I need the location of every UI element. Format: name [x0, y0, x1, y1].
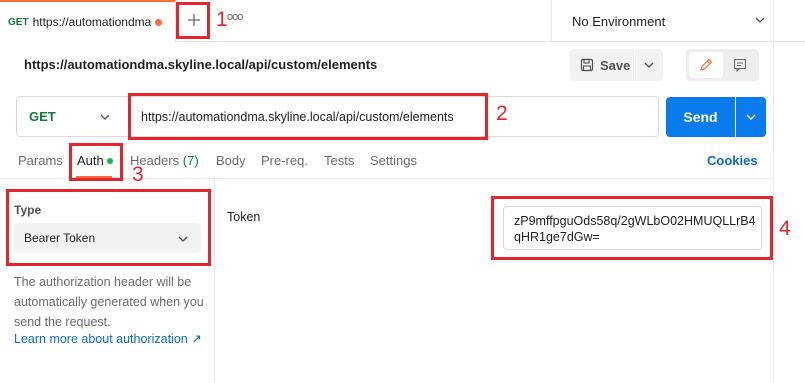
save-icon	[580, 58, 594, 72]
edit-button[interactable]	[689, 52, 723, 78]
annotation-box-1	[176, 2, 210, 39]
chevron-down-icon	[100, 114, 110, 120]
tab-settings[interactable]: Settings	[370, 153, 417, 168]
method-select[interactable]: GET	[16, 96, 128, 137]
annotation-number-3: 3	[132, 163, 144, 186]
environment-label: No Environment	[572, 13, 666, 29]
chevron-down-icon	[746, 114, 756, 120]
chevron-down-icon	[755, 17, 765, 23]
annotation-number-2: 2	[496, 102, 508, 125]
divider	[214, 179, 215, 383]
annotation-box-auth-type	[6, 189, 211, 266]
headers-count: (7)	[182, 153, 199, 168]
request-title: https://automationdma.skyline.local/api/…	[24, 57, 378, 72]
pencil-icon	[700, 58, 713, 71]
unsaved-dot-icon	[154, 18, 162, 26]
documentation-button[interactable]	[724, 52, 756, 78]
send-button[interactable]: Send	[666, 97, 735, 137]
save-label: Save	[600, 57, 631, 73]
tab-body[interactable]: Body	[216, 153, 246, 168]
tab-tests[interactable]: Tests	[324, 153, 354, 168]
chevron-down-icon	[644, 62, 654, 68]
method-value: GET	[29, 109, 56, 124]
request-tab[interactable]: GET https://automationdma	[0, 0, 176, 42]
save-button[interactable]: Save	[570, 49, 634, 81]
tab-method: GET	[8, 16, 29, 28]
annotation-box-3	[69, 143, 123, 181]
tab-prereq[interactable]: Pre-req.	[261, 153, 308, 168]
cookies-link[interactable]: Cookies	[707, 153, 758, 168]
tab-title: https://automationdma	[32, 15, 151, 29]
divider	[551, 0, 552, 42]
learn-more-link[interactable]: Learn more about authorization ↗	[14, 331, 202, 346]
environment-selector[interactable]: No Environment	[562, 0, 772, 42]
annotation-box-4	[491, 196, 773, 260]
send-label: Send	[683, 109, 718, 125]
annotation-box-2	[128, 93, 488, 140]
comment-icon	[733, 58, 747, 72]
send-options-button[interactable]	[736, 97, 766, 137]
divider	[773, 0, 774, 383]
annotation-number-1: 1	[216, 8, 228, 31]
more-tabs-button[interactable]: ooo	[227, 11, 243, 23]
tab-params[interactable]: Params	[18, 153, 63, 168]
save-options-button[interactable]	[635, 49, 663, 81]
annotation-number-4: 4	[779, 217, 791, 240]
auth-description: The authorization header will be automat…	[14, 275, 204, 329]
token-label: Token	[227, 210, 261, 224]
